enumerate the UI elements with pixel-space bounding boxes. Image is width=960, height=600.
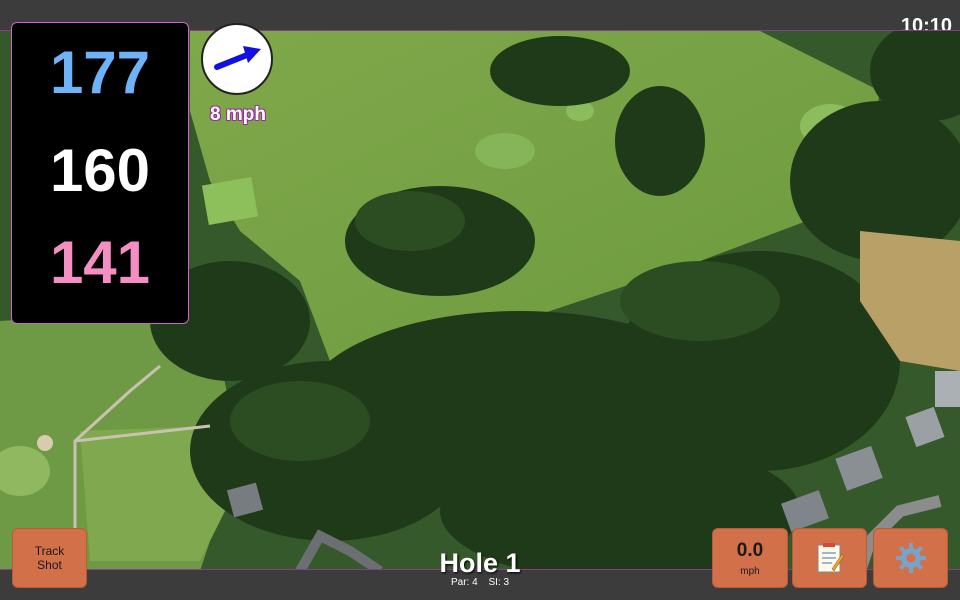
track-shot-button[interactable]: Track Shot: [12, 528, 87, 588]
gear-icon: [895, 543, 926, 573]
notepad-icon: [817, 543, 844, 573]
speed-button[interactable]: 0.0 mph: [712, 528, 788, 588]
speed-value: 0.0: [736, 539, 764, 561]
track-shot-label-line2: Shot: [37, 558, 62, 572]
distance-panel: 177 160 141: [11, 22, 189, 324]
wind-arrow-icon: [214, 46, 261, 70]
wind-speed-label: 8 mph: [210, 104, 266, 125]
settings-button[interactable]: [873, 528, 948, 588]
hole-title: Hole 1: [439, 548, 521, 578]
back-distance: 177: [49, 39, 151, 106]
hole-info: Par: 4 SI: 3: [380, 577, 580, 588]
front-distance: 141: [49, 229, 151, 296]
hole-par: Par: 4: [450, 577, 478, 588]
hole-stroke-index: SI: 3: [488, 577, 510, 588]
speed-unit: mph: [740, 565, 760, 577]
notes-button[interactable]: [792, 528, 867, 588]
wind-indicator[interactable]: [201, 23, 273, 95]
center-distance: 160: [49, 137, 151, 204]
track-shot-label-line1: Track: [34, 544, 65, 558]
